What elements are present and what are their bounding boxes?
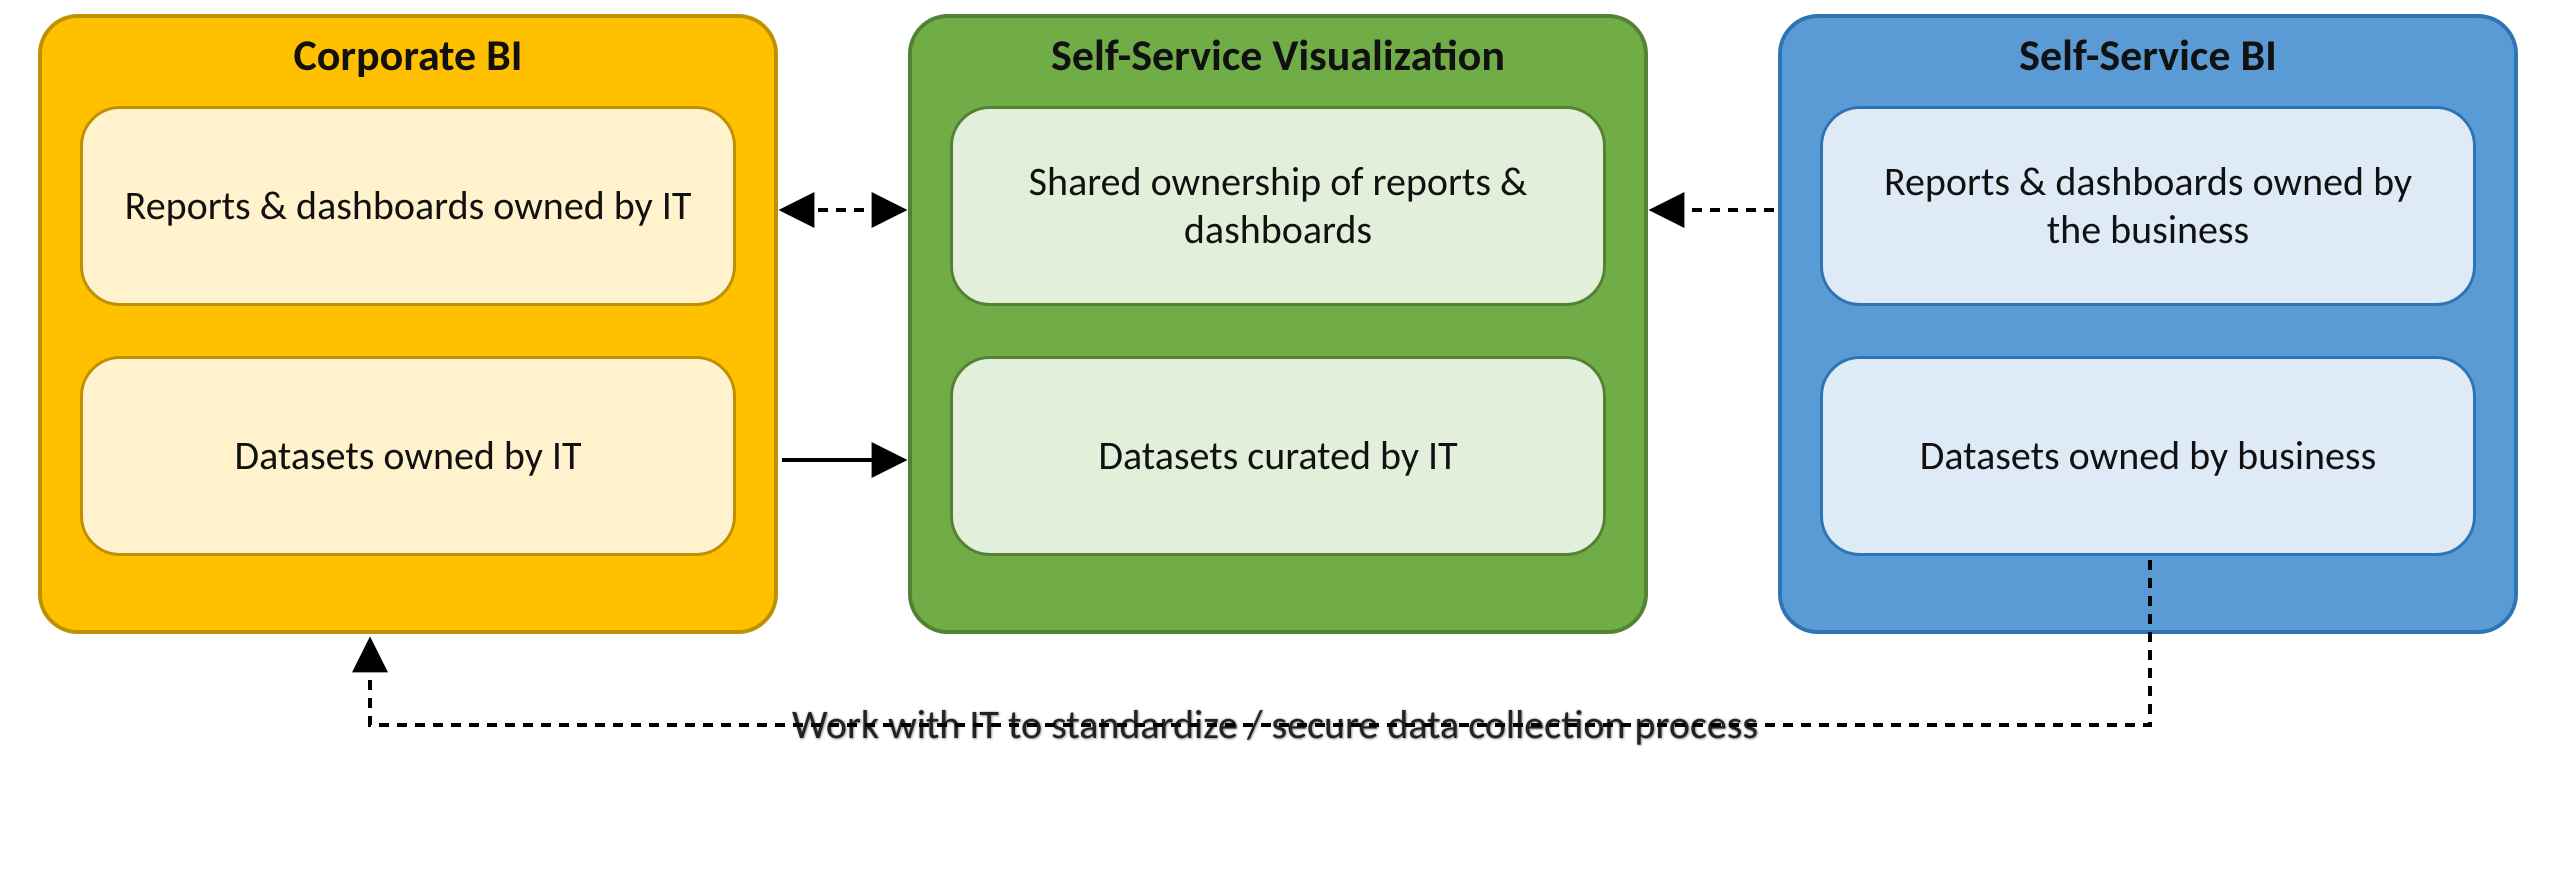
box-datasets-owned-by-business: Datasets owned by business [1820,356,2476,556]
box-reports-owned-by-it: Reports & dashboards owned by IT [80,106,736,306]
panel-title-ssbi: Self-Service BI [1782,28,2514,82]
panel-title-corporate: Corporate BI [42,28,774,82]
box-shared-ownership: Shared ownership of reports & dashboards [950,106,1606,306]
box-reports-owned-by-business: Reports & dashboards owned by the busine… [1820,106,2476,306]
bottom-caption: Work with IT to standardize / secure dat… [792,700,1758,749]
box-datasets-owned-by-it: Datasets owned by IT [80,356,736,556]
box-datasets-curated-by-it: Datasets curated by IT [950,356,1606,556]
panel-self-service-visualization: Self-Service Visualization Shared owners… [908,14,1648,634]
panel-title-ssv: Self-Service Visualization [912,28,1644,82]
panel-self-service-bi: Self-Service BI Reports & dashboards own… [1778,14,2518,634]
panel-corporate-bi: Corporate BI Reports & dashboards owned … [38,14,778,634]
